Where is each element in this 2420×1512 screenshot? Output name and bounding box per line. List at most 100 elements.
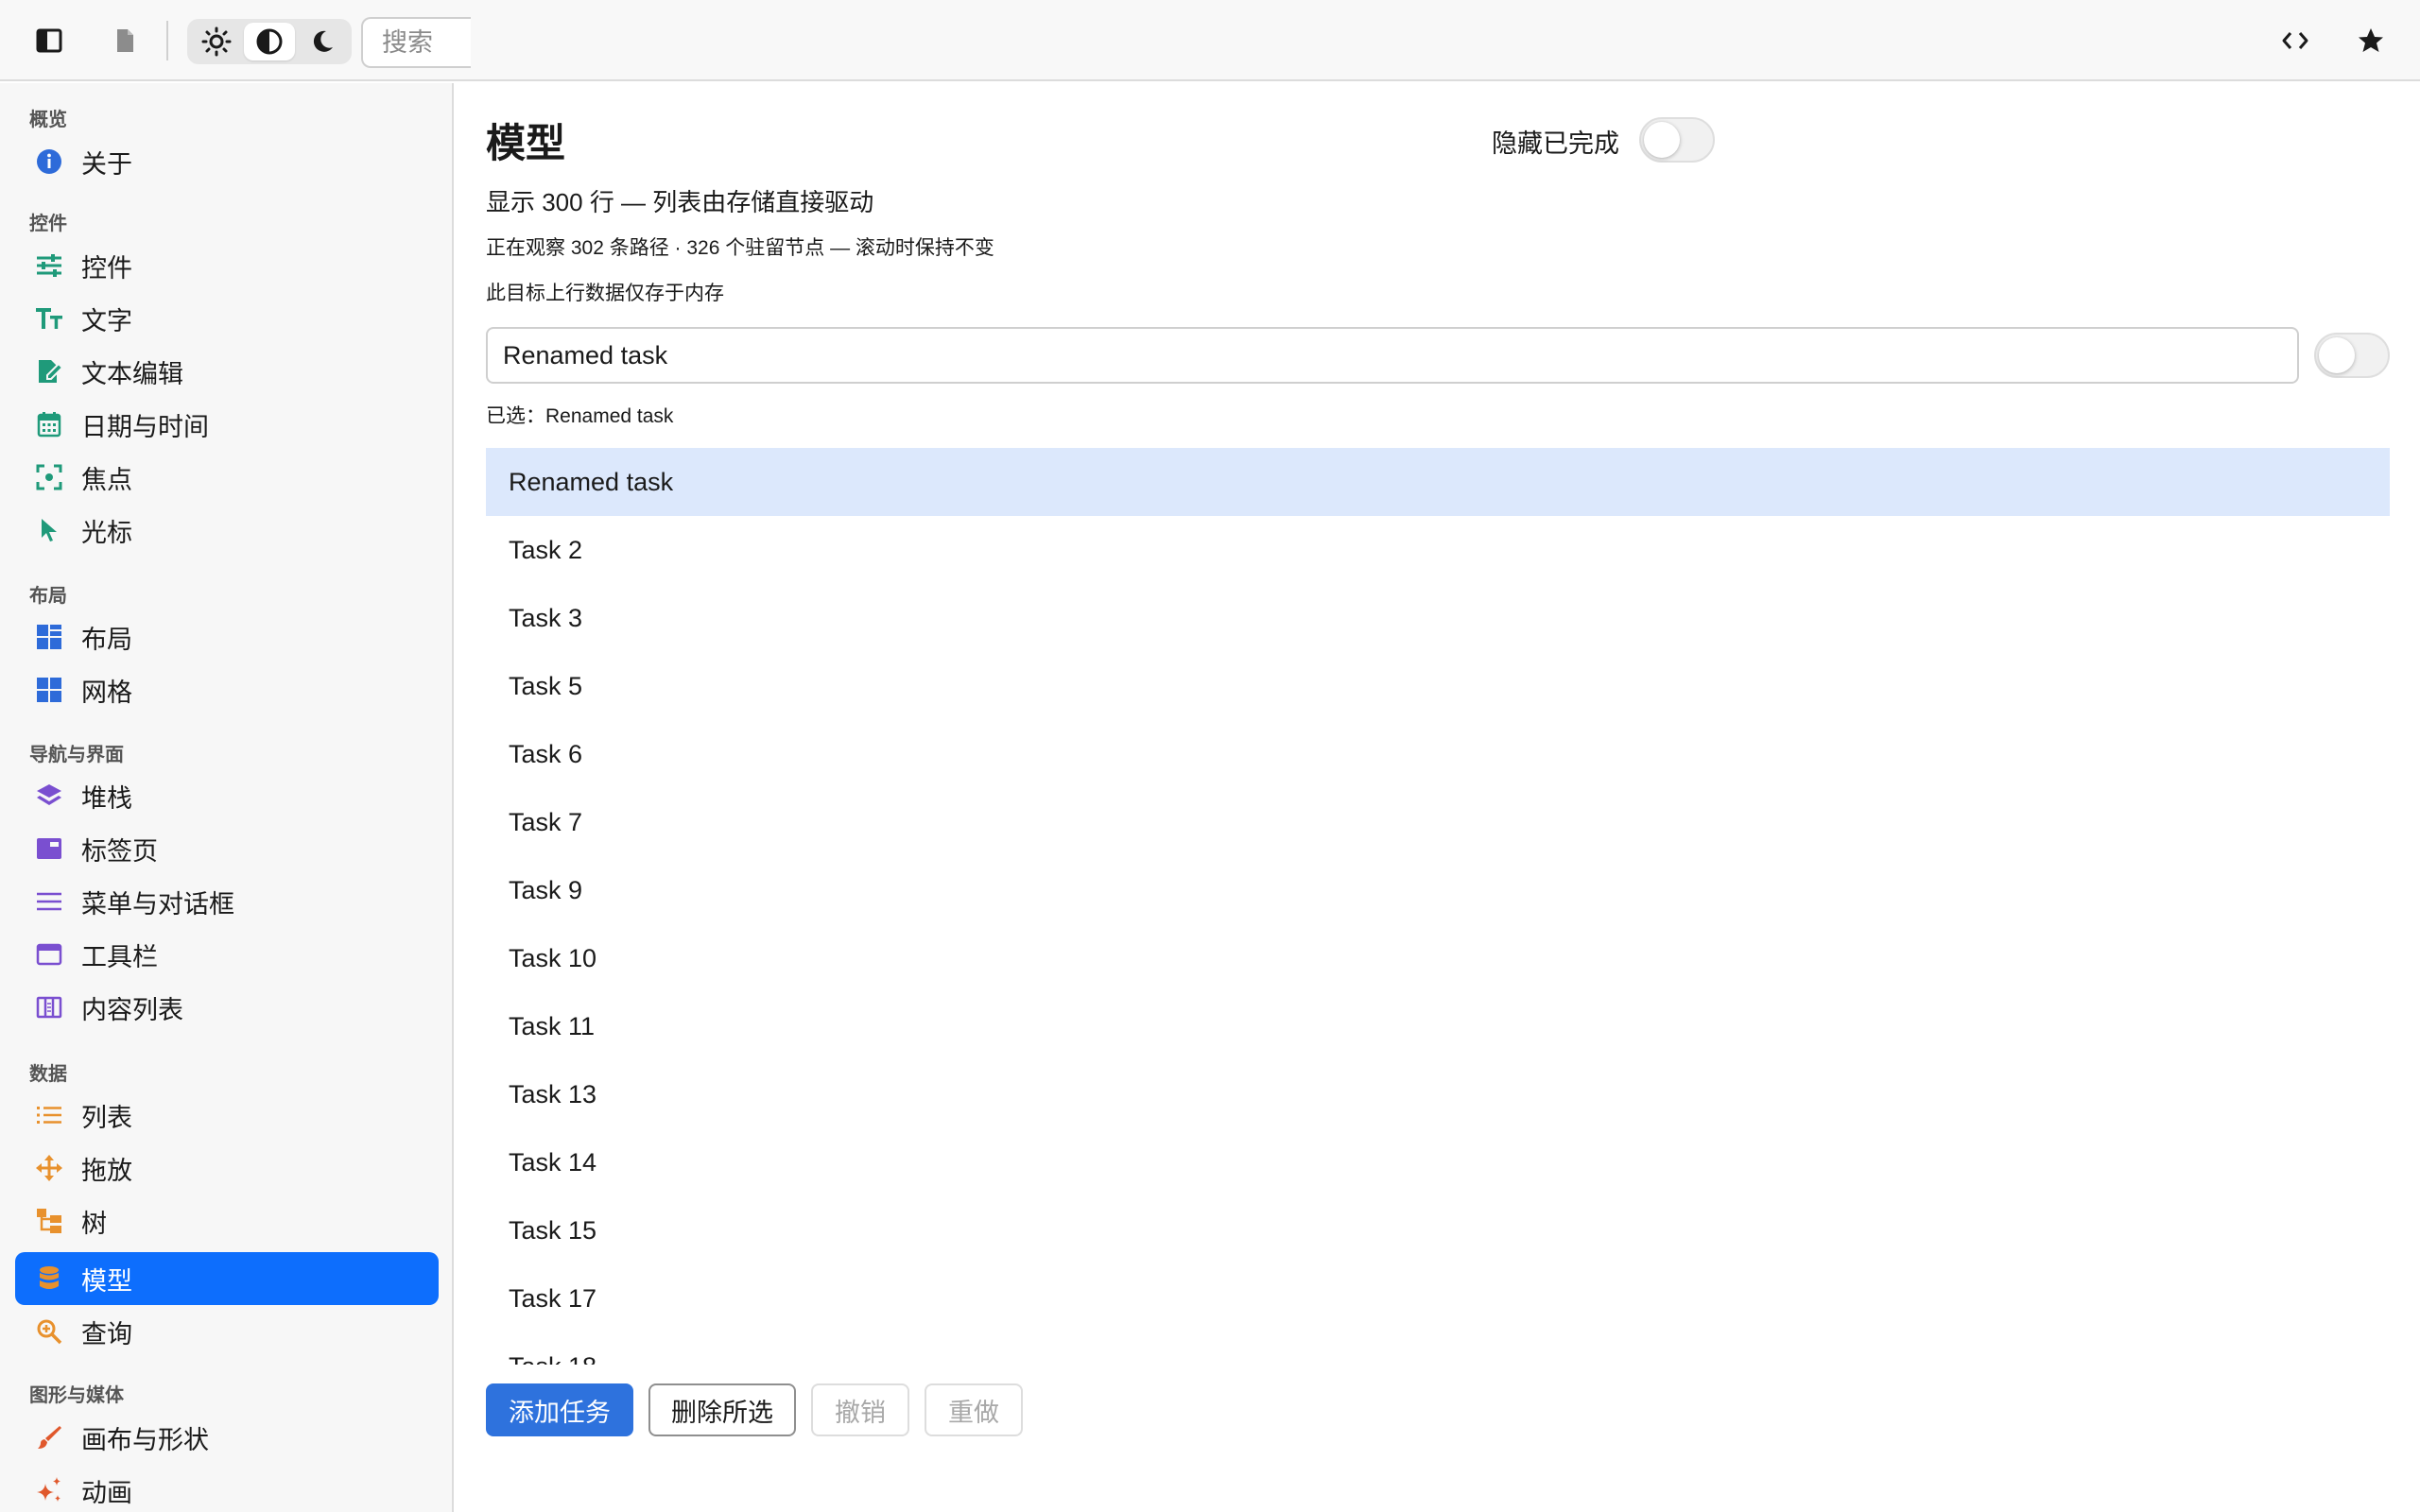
sidebar-item-label: 布局	[81, 625, 132, 654]
toggle-knob	[1644, 122, 1680, 158]
sidebar-item-animation[interactable]: 动画	[15, 1464, 439, 1512]
task-list[interactable]: Renamed task Task 2 Task 3 Task 5 Task 6…	[486, 448, 2390, 1365]
list-item[interactable]: Task 3	[486, 584, 2390, 652]
sidebar-item-cursor[interactable]: 光标	[15, 504, 439, 557]
layout-icon	[32, 620, 66, 654]
hide-completed-toggle[interactable]	[1639, 117, 1715, 163]
list-item[interactable]: Task 9	[486, 856, 2390, 924]
observing-status: 正在观察 302 条路径 · 326 个驻留节点 — 滚动时保持不变	[486, 237, 994, 259]
task-name-input[interactable]	[486, 327, 2299, 384]
sliders-icon	[32, 249, 66, 283]
sidebar-item-list[interactable]: 列表	[15, 1089, 439, 1142]
top-toolbar	[0, 0, 2420, 81]
section-title-graphics-media: 图形与媒体	[29, 1385, 124, 1406]
sidebar-item-toolbar[interactable]: 工具栏	[15, 928, 439, 981]
sidebar: 概览 关于 控件 控件 文字 文本编辑 日期与时间 焦点 光标 布局 布局 网格…	[0, 83, 454, 1512]
list-icon	[32, 1098, 66, 1132]
list-item[interactable]: Renamed task	[486, 448, 2390, 516]
redo-button[interactable]: 重做	[925, 1383, 1023, 1436]
document-button[interactable]	[98, 14, 151, 67]
sidebar-item-tabs[interactable]: 标签页	[15, 822, 439, 875]
page-title: 模型	[486, 121, 566, 165]
sidebar-item-label: 模型	[81, 1266, 132, 1296]
tree-icon	[32, 1204, 66, 1238]
section-title-navigation: 导航与界面	[29, 745, 124, 765]
list-item[interactable]: Task 15	[486, 1196, 2390, 1264]
list-item[interactable]: Task 5	[486, 652, 2390, 720]
sidebar-item-text[interactable]: 文字	[15, 292, 439, 345]
list-item[interactable]: Task 17	[486, 1264, 2390, 1332]
sidebar-item-focus[interactable]: 焦点	[15, 451, 439, 504]
theme-dark-button[interactable]	[297, 23, 348, 60]
sidebar-toggle-button[interactable]	[23, 14, 76, 67]
sidebar-item-grid[interactable]: 网格	[15, 663, 439, 716]
section-title-overview: 概览	[29, 110, 67, 130]
section-title-controls: 控件	[29, 214, 67, 234]
sidebar-item-canvas-shapes[interactable]: 画布与形状	[15, 1411, 439, 1464]
focus-icon	[32, 460, 66, 494]
list-item[interactable]: Task 13	[486, 1060, 2390, 1128]
sidebar-item-label: 堆栈	[81, 783, 132, 813]
list-item[interactable]: Task 18	[486, 1332, 2390, 1366]
database-icon	[32, 1262, 66, 1296]
code-icon	[2282, 32, 2308, 49]
add-task-button[interactable]: 添加任务	[486, 1383, 633, 1436]
sidebar-item-text-edit[interactable]: 文本编辑	[15, 345, 439, 398]
list-item[interactable]: Task 11	[486, 992, 2390, 1060]
search-input[interactable]	[361, 17, 471, 68]
sidebar-item-layout[interactable]: 布局	[15, 610, 439, 663]
sidebar-item-date-time[interactable]: 日期与时间	[15, 398, 439, 451]
theme-switcher	[187, 19, 352, 64]
sidebar-item-controls[interactable]: 控件	[15, 239, 439, 292]
star-icon	[2359, 28, 2383, 52]
list-item[interactable]: Task 7	[486, 788, 2390, 856]
sidebar-item-label: 光标	[81, 518, 132, 547]
layers-icon	[32, 779, 66, 813]
menu-icon	[32, 885, 66, 919]
sidebar-item-label: 控件	[81, 253, 132, 283]
row-count-subtitle: 显示 300 行 — 列表由存储直接驱动	[486, 188, 874, 216]
sidebar-item-label: 日期与时间	[81, 412, 209, 441]
theme-auto-button[interactable]	[244, 23, 295, 60]
text-size-icon	[32, 301, 66, 335]
list-item[interactable]: Task 2	[486, 516, 2390, 584]
favorite-button[interactable]	[2344, 14, 2397, 67]
sidebar-item-label: 动画	[81, 1478, 132, 1507]
tabs-icon	[32, 832, 66, 866]
theme-light-button[interactable]	[191, 23, 242, 60]
list-item[interactable]: Task 14	[486, 1128, 2390, 1196]
sidebar-item-tree[interactable]: 树	[15, 1194, 439, 1247]
brush-icon	[32, 1420, 66, 1454]
window-icon	[32, 937, 66, 971]
sidebar-item-label: 树	[81, 1209, 107, 1238]
sidebar-item-label: 内容列表	[81, 995, 183, 1024]
undo-button[interactable]: 撤销	[811, 1383, 909, 1436]
list-item[interactable]: Task 10	[486, 924, 2390, 992]
delete-selected-button[interactable]: 删除所选	[648, 1383, 796, 1436]
edit-document-icon	[32, 354, 66, 388]
list-item[interactable]: Task 6	[486, 720, 2390, 788]
info-icon	[32, 145, 66, 179]
task-done-toggle[interactable]	[2314, 333, 2390, 378]
sidebar-item-drag-drop[interactable]: 拖放	[15, 1142, 439, 1194]
sidebar-item-label: 关于	[81, 149, 132, 179]
toolbar-divider	[166, 21, 168, 60]
sidebar-item-about[interactable]: 关于	[15, 135, 439, 188]
sidebar-item-label: 焦点	[81, 465, 132, 494]
sidebar-item-model[interactable]: 模型	[15, 1252, 439, 1305]
sidebar-item-menus-dialogs[interactable]: 菜单与对话框	[15, 875, 439, 928]
sidebar-toggle-icon	[36, 28, 62, 53]
code-view-button[interactable]	[2269, 14, 2322, 67]
section-title-data: 数据	[29, 1064, 67, 1085]
sidebar-item-label: 拖放	[81, 1156, 132, 1185]
sidebar-item-query[interactable]: 查询	[15, 1305, 439, 1358]
columns-icon	[32, 990, 66, 1024]
memory-note: 此目标上行数据仅存于内存	[486, 283, 724, 304]
selected-task-label: 已选：Renamed task	[486, 405, 674, 427]
sidebar-item-label: 文字	[81, 306, 132, 335]
sidebar-item-stack[interactable]: 堆栈	[15, 769, 439, 822]
sidebar-item-label: 网格	[81, 678, 132, 707]
toggle-knob	[2319, 337, 2355, 373]
contrast-icon	[256, 28, 283, 55]
sidebar-item-content-list[interactable]: 内容列表	[15, 981, 439, 1034]
